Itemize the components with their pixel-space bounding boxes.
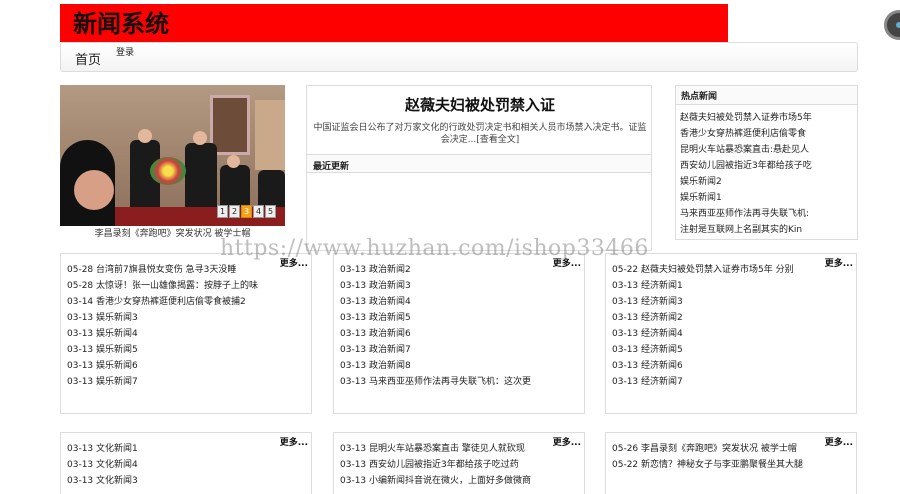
- slide-face: [138, 129, 152, 143]
- more-link[interactable]: 更多...: [825, 256, 853, 269]
- news-list-item[interactable]: 03-14 香港少女穿热裤逛便利店偷零食被捕2: [67, 294, 258, 310]
- news-list-item[interactable]: 05-22 赵薇夫妇被处罚禁入证券市场5年 分别: [612, 262, 794, 278]
- news-box-politics: 更多... 03-13 政治新闻2 03-13 政治新闻3 03-13 政治新闻…: [333, 253, 585, 414]
- slide-page-5[interactable]: 5: [265, 205, 276, 218]
- news-box-culture: 更多... 03-13 文化新闻1 03-13 文化新闻4 03-13 文化新闻…: [60, 432, 312, 494]
- hot-news-item[interactable]: 娱乐新闻1: [680, 190, 853, 206]
- news-box-society: 更多... 03-13 昆明火车站暴恐案直击 擎徒见人就砍现 03-13 西安幼…: [333, 432, 585, 494]
- news-list-item[interactable]: 05-28 台湾前7旗县悦女变伤 急寻3天没睡: [67, 262, 258, 278]
- hot-news-list: 赵薇夫妇被处罚禁入证券市场5年 香港少女穿热裤逛便利店偷零食 昆明火车站暴恐案直…: [676, 105, 857, 238]
- more-link[interactable]: 更多...: [280, 435, 308, 448]
- slide-page-4[interactable]: 4: [253, 205, 264, 218]
- hot-news-item[interactable]: 注射是互联网上名副其实的Kin: [680, 222, 853, 238]
- news-list-item[interactable]: 03-13 文化新闻3: [67, 473, 138, 489]
- news-list: 03-13 政治新闻2 03-13 政治新闻3 03-13 政治新闻4 03-1…: [340, 262, 531, 390]
- news-list-item[interactable]: 03-13 马来西亚巫师作法再寻失联飞机：这次更: [340, 374, 531, 390]
- news-list: 05-26 李昌录刻《奔跑吧》突发状况 被学士帽 05-22 新恋情？神秘女子与…: [612, 441, 803, 473]
- site-title: 新闻系统: [73, 9, 169, 38]
- widget-icon: [896, 22, 900, 28]
- hot-news-item[interactable]: 香港少女穿热裤逛便利店偷零食: [680, 126, 853, 142]
- news-list-item[interactable]: 03-13 娱乐新闻6: [67, 358, 258, 374]
- slide-page-3-active[interactable]: 3: [241, 205, 252, 218]
- news-list-item[interactable]: 03-13 小编新闻抖音说在微火，上面好多做微商: [340, 473, 531, 489]
- featured-title[interactable]: 赵薇夫妇被处罚禁入证: [307, 94, 653, 115]
- hot-news-item[interactable]: 赵薇夫妇被处罚禁入证券市场5年: [680, 110, 853, 126]
- news-list-item[interactable]: 03-13 娱乐新闻3: [67, 310, 258, 326]
- nav-login-link[interactable]: 登录: [116, 45, 134, 58]
- news-box-economy: 更多... 05-22 赵薇夫妇被处罚禁入证券市场5年 分别 03-13 经济新…: [605, 253, 857, 414]
- slideshow-pager: 1 2 3 4 5: [217, 205, 276, 218]
- news-list-item[interactable]: 03-13 昆明火车站暴恐案直击 擎徒见人就砍现: [340, 441, 531, 457]
- hot-news-item[interactable]: 昆明火车站暴恐案直击:悬赴见人: [680, 142, 853, 158]
- hot-news-item[interactable]: 西安幼儿园被指近3年都给孩子吃: [680, 158, 853, 174]
- slide-person: [258, 170, 285, 210]
- more-link[interactable]: 更多...: [825, 435, 853, 448]
- latest-updates-label: 最近更新: [313, 162, 350, 172]
- news-list: 05-22 赵薇夫妇被处罚禁入证券市场5年 分别 03-13 经济新闻1 03-…: [612, 262, 794, 390]
- news-list-item[interactable]: 03-13 经济新闻6: [612, 358, 794, 374]
- news-list-item[interactable]: 05-28 太惊讶！张一山雄像揭露：按脖子上的味: [67, 278, 258, 294]
- news-list-item[interactable]: 03-13 经济新闻3: [612, 294, 794, 310]
- news-list-item[interactable]: 03-13 政治新闻3: [340, 278, 531, 294]
- slideshow-image[interactable]: 1 2 3 4 5: [60, 85, 285, 226]
- slide-person: [220, 165, 250, 210]
- news-list-item[interactable]: 03-13 娱乐新闻5: [67, 342, 258, 358]
- news-list-item[interactable]: 03-13 经济新闻1: [612, 278, 794, 294]
- news-list-item[interactable]: 03-13 政治新闻6: [340, 326, 531, 342]
- news-list-item[interactable]: 03-13 经济新闻7: [612, 374, 794, 390]
- slide-foreground-face: [74, 170, 114, 210]
- slide-page-2[interactable]: 2: [229, 205, 240, 218]
- news-list: 03-13 文化新闻1 03-13 文化新闻4 03-13 文化新闻3: [67, 441, 138, 489]
- site-banner: 新闻系统: [60, 4, 728, 42]
- slide-page-1[interactable]: 1: [217, 205, 228, 218]
- navbar: 首页 登录: [60, 42, 858, 72]
- news-list: 05-28 台湾前7旗县悦女变伤 急寻3天没睡 05-28 太惊讶！张一山雄像揭…: [67, 262, 258, 390]
- news-list-item[interactable]: 03-13 经济新闻5: [612, 342, 794, 358]
- news-list-item[interactable]: 03-13 娱乐新闻4: [67, 326, 258, 342]
- more-link[interactable]: 更多...: [553, 435, 581, 448]
- hot-news-panel: 热点新闻 赵薇夫妇被处罚禁入证券市场5年 香港少女穿热裤逛便利店偷零食 昆明火车…: [675, 85, 858, 240]
- slide-face: [193, 131, 207, 145]
- news-list-item[interactable]: 03-13 经济新闻4: [612, 326, 794, 342]
- news-list-item[interactable]: 03-13 娱乐新闻7: [67, 374, 258, 390]
- watermark-text: https://www.huzhan.com/ishop33466: [220, 236, 649, 261]
- news-list-item[interactable]: 03-13 政治新闻5: [340, 310, 531, 326]
- news-list-item[interactable]: 03-13 文化新闻1: [67, 441, 138, 457]
- news-list: 03-13 昆明火车站暴恐案直击 擎徒见人就砍现 03-13 西安幼儿园被指近3…: [340, 441, 531, 489]
- news-list-item[interactable]: 03-13 经济新闻2: [612, 310, 794, 326]
- slide-person: [185, 143, 217, 209]
- featured-summary[interactable]: 中国证监会日公布了对万家文化的行政处罚决定书和相关人员市场禁入决定书。证监会决定…: [311, 122, 649, 146]
- floating-widget-button[interactable]: [884, 10, 900, 40]
- news-box-entertainment: 更多... 05-28 台湾前7旗县悦女变伤 急寻3天没睡 05-28 太惊讶！…: [60, 253, 312, 414]
- latest-updates-header: 最近更新: [307, 154, 651, 173]
- slide-face: [227, 155, 240, 168]
- news-list-item[interactable]: 03-13 文化新闻4: [67, 457, 138, 473]
- hot-news-item[interactable]: 马来西亚巫师作法再寻失联飞机:: [680, 206, 853, 222]
- featured-news-panel: 赵薇夫妇被处罚禁入证 中国证监会日公布了对万家文化的行政处罚决定书和相关人员市场…: [306, 85, 652, 251]
- slide-door-decor: [255, 100, 285, 170]
- hot-news-title: 热点新闻: [676, 86, 857, 105]
- slide-flowers: [150, 157, 186, 185]
- nav-home-link[interactable]: 首页: [75, 49, 101, 68]
- news-list-item[interactable]: 03-13 政治新闻2: [340, 262, 531, 278]
- news-list-item[interactable]: 03-13 西安幼儿园被指近3年都给孩子吃过药: [340, 457, 531, 473]
- news-list-item[interactable]: 05-22 新恋情？神秘女子与李亚鹏聚餐坐其大腿: [612, 457, 803, 473]
- news-box-celebrity: 更多... 05-26 李昌录刻《奔跑吧》突发状况 被学士帽 05-22 新恋情…: [605, 432, 857, 494]
- news-list-item[interactable]: 05-26 李昌录刻《奔跑吧》突发状况 被学士帽: [612, 441, 803, 457]
- hot-news-item[interactable]: 娱乐新闻2: [680, 174, 853, 190]
- news-list-item[interactable]: 03-13 政治新闻8: [340, 358, 531, 374]
- news-list-item[interactable]: 03-13 政治新闻7: [340, 342, 531, 358]
- news-list-item[interactable]: 03-13 政治新闻4: [340, 294, 531, 310]
